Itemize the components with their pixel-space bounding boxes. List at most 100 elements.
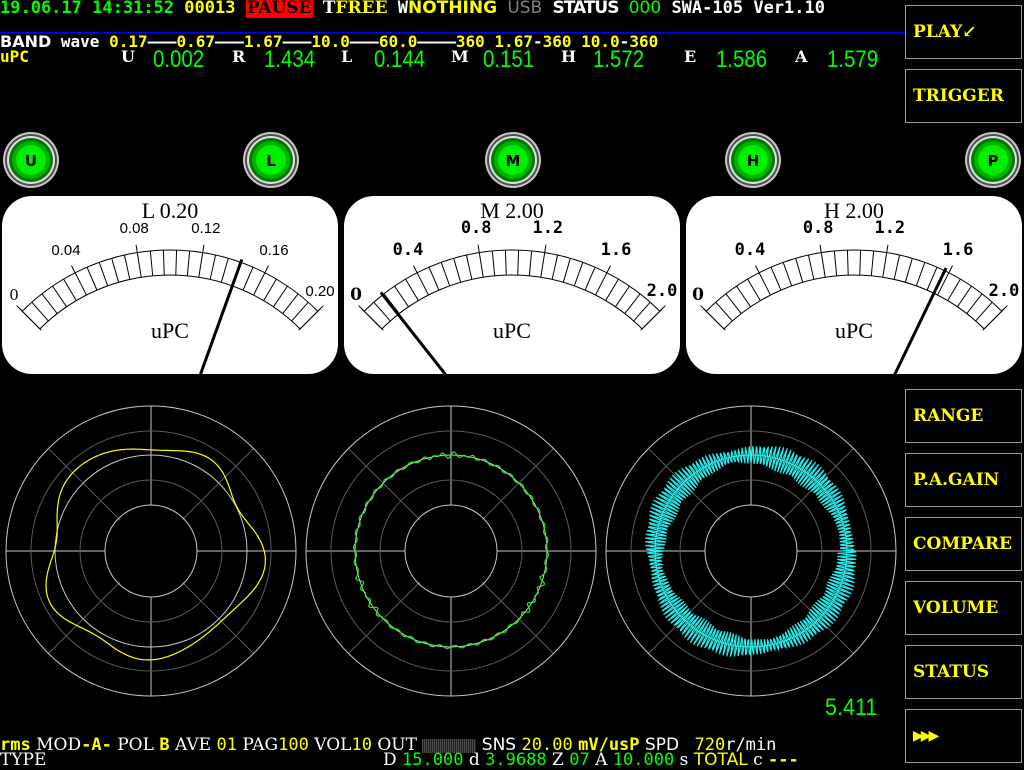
meter-minor-tick	[893, 254, 901, 280]
play-button[interactable]: PLAY↙	[905, 5, 1022, 59]
meter-minor-tick	[947, 278, 961, 301]
reading-key-a: A	[795, 47, 808, 66]
status-button-label: STATUS	[913, 662, 990, 682]
meter-minor-tick	[782, 262, 793, 287]
reading-key-u: U	[121, 47, 135, 66]
meter-m: 0 0.4 0.8 1.2 1.6 2.0 M 2.00 uPC	[344, 196, 680, 374]
meter-tick-label: 0.20	[305, 283, 334, 300]
meter-minor-tick	[633, 301, 651, 322]
pause-badge: PAUSE	[245, 0, 313, 18]
reading-key-h: H	[561, 47, 577, 66]
range-button[interactable]: RANGE	[905, 389, 1022, 443]
meter-tick-label: 0.4	[735, 240, 766, 260]
meter-minor-tick	[747, 278, 761, 301]
pa-gain-button[interactable]: P.A.GAIN	[905, 453, 1022, 507]
meter-major-tick	[882, 244, 889, 278]
vol-label: VOL	[314, 735, 352, 755]
meter-minor-tick	[615, 285, 630, 308]
meter-minor-tick	[373, 301, 391, 322]
a-value: 10.000	[612, 750, 675, 770]
meter-minor-tick	[870, 250, 875, 276]
meter-minor-tick	[440, 262, 451, 287]
meter-minor-tick	[528, 250, 533, 276]
next-page-button[interactable]: ▶▶▶	[905, 709, 1022, 763]
meter-minor-tick	[573, 262, 584, 287]
reading-value-a: 1.579	[827, 46, 879, 73]
meter-minor-tick	[291, 301, 309, 322]
meter-major-tick	[477, 244, 484, 278]
date: 19.06.17	[0, 0, 82, 18]
meter-tick-label: 0.4	[393, 240, 424, 260]
volume-button[interactable]: VOLUME	[905, 581, 1022, 635]
meter-scale-end	[361, 308, 384, 331]
meter-minor-tick	[273, 285, 288, 308]
ave-label: AVE	[174, 735, 212, 755]
meter-minor-tick	[966, 293, 983, 314]
c-value: ---	[768, 750, 799, 770]
meter-minor-tick	[465, 254, 473, 280]
meter-minor-tick	[517, 250, 520, 276]
meter-minor-tick	[725, 293, 742, 314]
led-label: H	[747, 152, 760, 170]
indicator-m: M	[484, 131, 542, 189]
meter-minor-tick	[428, 266, 440, 291]
reading-value-e: 1.586	[716, 46, 768, 73]
meter-tick-label: 2.0	[647, 281, 678, 301]
w-value: NOTHING	[408, 0, 498, 18]
status-bar: 19.06.17 14:31:52 00013 PAUSE TFREE WNOT…	[0, 0, 825, 18]
meter-unit: uPC	[151, 318, 189, 343]
reading-value-h: 1.572	[593, 46, 645, 73]
meter-minor-tick	[63, 278, 77, 301]
meter-l: 0 0.04 0.08 0.12 0.16 0.20 L 0.20 uPC	[2, 196, 338, 374]
d2-label: d	[468, 750, 480, 770]
meter-minor-tick	[175, 250, 178, 276]
meter-minor-tick	[736, 285, 751, 308]
meter-minor-tick	[453, 258, 462, 283]
ave-value: 01	[216, 735, 237, 755]
meter-scale-end	[640, 308, 663, 331]
readings-row: uPC U 0.002 R 1.434 L 0.144 M 0.151 H 1.…	[0, 46, 905, 73]
meter-tick-label: 0	[9, 286, 19, 304]
meter-tick-label: 0	[692, 285, 704, 305]
indicator-p: P	[964, 131, 1022, 189]
meter-minor-tick	[31, 301, 49, 322]
meter-title: H 2.00	[824, 198, 884, 223]
reading-value-r: 1.434	[264, 46, 316, 73]
trigger-button[interactable]: TRIGGER	[905, 69, 1022, 123]
meter-minor-tick	[220, 258, 229, 283]
z-value: 07	[569, 750, 590, 770]
readings-unit: uPC	[0, 47, 29, 66]
meter-minor-tick	[111, 258, 120, 283]
meter-scale-end	[19, 308, 42, 331]
meter-minor-tick	[149, 250, 154, 276]
usb-indicator: USB	[507, 0, 543, 18]
led-label: M	[506, 152, 521, 170]
compare-button[interactable]: COMPARE	[905, 517, 1022, 571]
status-button[interactable]: STATUS	[905, 645, 1022, 699]
meter-needle	[199, 259, 244, 374]
reading-value-l: 0.144	[374, 46, 426, 73]
volume-button-label: VOLUME	[913, 598, 999, 618]
meter-minor-tick	[263, 278, 277, 301]
model: SWA-105	[671, 0, 744, 18]
reading-value-m: 0.151	[483, 46, 535, 73]
meter-major-tick	[198, 244, 205, 278]
meter-minor-tick	[975, 301, 993, 322]
pag-value: 100	[278, 735, 309, 755]
meter-minor-tick	[394, 285, 409, 308]
meter-minor-tick	[795, 258, 804, 283]
meter-major-tick	[253, 265, 269, 296]
meter-scale-outer-arc	[21, 249, 319, 312]
pa-gain-button-label: P.A.GAIN	[913, 470, 1000, 490]
meter-scale-end	[703, 308, 726, 331]
pag-label: PAG	[242, 735, 279, 755]
counter: 00013	[184, 0, 236, 18]
meter-minor-tick	[859, 250, 862, 276]
footer-row-2: TYPE	[0, 752, 46, 769]
meter-minor-tick	[123, 254, 131, 280]
meter-unit: uPC	[493, 318, 531, 343]
s-label: s	[679, 750, 689, 770]
mod-value: -A-	[81, 735, 112, 755]
meter-minor-tick	[770, 266, 782, 291]
status-label: STATUS	[552, 0, 619, 18]
